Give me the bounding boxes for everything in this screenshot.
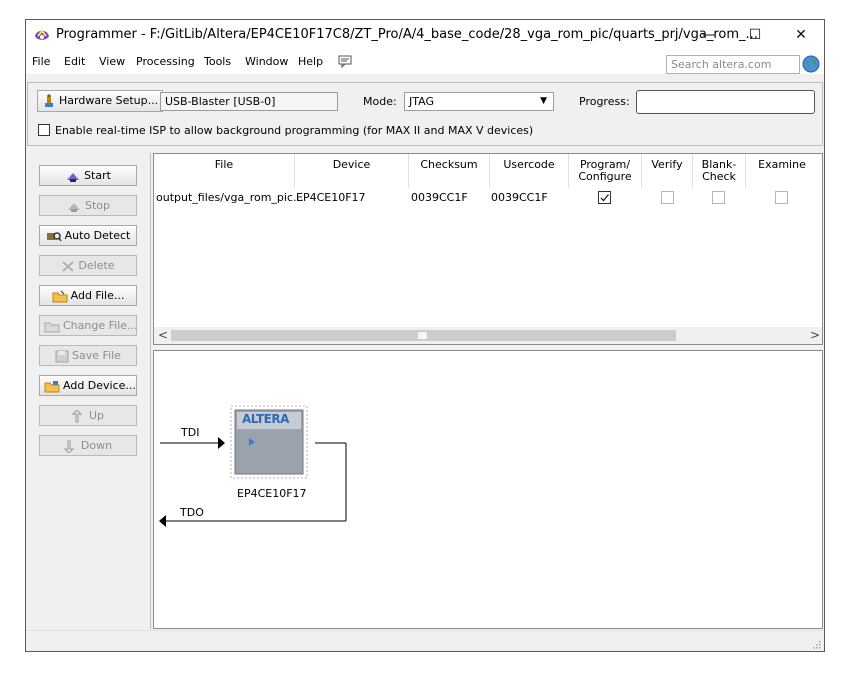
column-header-blank-check[interactable]: Blank- Check: [693, 159, 745, 183]
up-button[interactable]: Up: [39, 405, 137, 426]
menu-processing[interactable]: Processing: [136, 55, 195, 68]
auto-detect-icon: [46, 231, 62, 241]
column-header-examine[interactable]: Examine: [746, 159, 818, 171]
verify-checkbox[interactable]: [661, 191, 674, 204]
delete-button[interactable]: Delete: [39, 255, 137, 276]
hardware-panel: Hardware Setup... USB-Blaster [USB-0] Mo…: [27, 82, 823, 146]
add-file-label: Add File...: [70, 289, 125, 302]
stop-icon: [67, 202, 80, 212]
progress-bar: [636, 90, 815, 114]
altera-logo: ALTERA: [242, 412, 289, 426]
auto-detect-button[interactable]: Auto Detect: [39, 225, 137, 246]
close-button[interactable]: ✕: [778, 20, 824, 50]
programming-table: File Device Checksum Usercode Program/ C…: [153, 153, 823, 345]
menu-window[interactable]: Window: [245, 55, 288, 68]
mode-value: JTAG: [409, 95, 434, 108]
menu-help[interactable]: Help: [298, 55, 323, 68]
program-configure-checkbox[interactable]: [598, 191, 611, 204]
up-icon: [71, 409, 83, 422]
save-file-button[interactable]: Save File: [39, 345, 137, 366]
change-file-label: Change File...: [63, 319, 138, 332]
hardware-setup-label: Hardware Setup...: [59, 94, 159, 107]
hardware-device-field: USB-Blaster [USB-0]: [160, 92, 338, 111]
column-header-device[interactable]: Device: [295, 159, 408, 171]
globe-icon[interactable]: [802, 55, 820, 73]
jtag-chain-view: ALTERA TDI TDO EP4CE10F17: [153, 350, 823, 629]
row-file: output_files/vga_rom_pic...: [156, 191, 304, 204]
scroll-right-icon[interactable]: >: [810, 328, 820, 342]
tdo-label: TDO: [180, 506, 204, 519]
search-input[interactable]: Search altera.com: [666, 55, 800, 74]
device-chip-label: EP4CE10F17: [237, 487, 307, 500]
stop-button[interactable]: Stop: [39, 195, 137, 216]
column-header-program-configure[interactable]: Program/ Configure: [569, 159, 641, 183]
title-bar: Programmer - F:/GitLib/Altera/EP4CE10F17…: [26, 20, 824, 50]
down-icon: [63, 440, 75, 453]
tdi-label: TDI: [181, 426, 200, 439]
start-button[interactable]: Start: [39, 165, 137, 186]
horizontal-scrollbar[interactable]: < >: [154, 327, 822, 344]
checkmark-icon: [600, 194, 609, 202]
add-file-button[interactable]: Add File...: [39, 285, 137, 306]
save-file-icon: [55, 350, 69, 362]
menu-edit[interactable]: Edit: [64, 55, 85, 68]
hardware-setup-button[interactable]: Hardware Setup...: [37, 90, 164, 112]
add-device-label: Add Device...: [63, 379, 136, 392]
down-button[interactable]: Down: [39, 435, 137, 456]
change-file-icon: [44, 322, 60, 332]
chevron-down-icon: ▼: [540, 96, 547, 106]
hardware-setup-icon: [45, 94, 53, 107]
delete-label: Delete: [78, 259, 115, 272]
action-sidebar: Start Stop Auto Detect Delete Add File..…: [27, 153, 151, 629]
scrollbar-thumb[interactable]: [171, 330, 676, 341]
menu-tools[interactable]: Tools: [204, 55, 231, 68]
mode-select[interactable]: JTAG ▼: [404, 92, 554, 111]
delete-icon: [62, 260, 75, 272]
blank-check-checkbox[interactable]: [712, 191, 725, 204]
programmer-window: Programmer - F:/GitLib/Altera/EP4CE10F17…: [25, 19, 825, 652]
scroll-left-icon[interactable]: <: [158, 328, 168, 342]
add-file-icon: [52, 290, 68, 302]
isp-checkbox[interactable]: [38, 124, 50, 136]
window-title: Programmer - F:/GitLib/Altera/EP4CE10F17…: [56, 27, 758, 42]
add-device-button[interactable]: Add Device...: [39, 375, 137, 396]
examine-checkbox[interactable]: [775, 191, 788, 204]
change-file-button[interactable]: Change File...: [39, 315, 138, 336]
feedback-icon[interactable]: [338, 55, 352, 68]
progress-label: Progress:: [579, 95, 630, 108]
status-bar: [26, 630, 824, 651]
column-header-checksum[interactable]: Checksum: [409, 159, 489, 171]
row-device: EP4CE10F17: [296, 191, 366, 204]
maximize-button[interactable]: ☐: [732, 20, 778, 50]
menu-file[interactable]: File: [32, 55, 50, 68]
mode-label: Mode:: [363, 95, 397, 108]
column-header-verify[interactable]: Verify: [642, 159, 692, 171]
stop-label: Stop: [84, 199, 110, 212]
down-label: Down: [80, 439, 113, 452]
programmer-app-icon: [35, 29, 49, 40]
isp-label: Enable real-time ISP to allow background…: [55, 124, 534, 137]
add-device-icon: [44, 380, 60, 392]
row-checksum: 0039CC1F: [411, 191, 468, 204]
up-label: Up: [88, 409, 105, 422]
menu-view[interactable]: View: [99, 55, 125, 68]
save-file-label: Save File: [72, 349, 121, 362]
column-header-file[interactable]: File: [154, 159, 294, 171]
row-usercode: 0039CC1F: [491, 191, 548, 204]
auto-detect-label: Auto Detect: [64, 229, 131, 242]
resize-grip-icon[interactable]: [811, 639, 821, 649]
start-icon: [67, 172, 80, 182]
start-label: Start: [84, 169, 111, 182]
minimize-button[interactable]: —: [686, 20, 732, 50]
column-header-usercode[interactable]: Usercode: [490, 159, 568, 171]
